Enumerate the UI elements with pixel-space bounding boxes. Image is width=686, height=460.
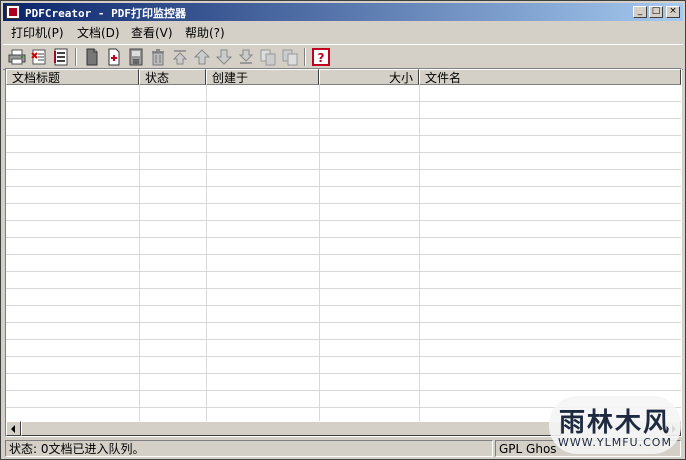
close-button[interactable]: × xyxy=(666,6,680,18)
log-icon[interactable] xyxy=(52,48,70,66)
move-up-icon[interactable] xyxy=(193,48,211,66)
column-header-filename[interactable]: 文件名 xyxy=(419,69,681,85)
toolbar-separator xyxy=(75,48,77,66)
svg-text:?: ? xyxy=(318,51,325,65)
column-header-status[interactable]: 状态 xyxy=(139,69,206,85)
app-window: PDFCreator - PDF打印监控器 _ □ × 打印机(P) 文档(D)… xyxy=(0,0,686,460)
scroll-thumb[interactable] xyxy=(21,421,561,436)
menu-view[interactable]: 查看(V) xyxy=(127,25,177,41)
paste-icon[interactable] xyxy=(281,48,299,66)
title-bar[interactable]: PDFCreator - PDF打印监控器 _ □ × xyxy=(3,3,683,21)
scroll-left-button[interactable] xyxy=(6,421,21,436)
watermark-url: WWW.YLMFU.COM xyxy=(558,436,672,449)
menu-printer[interactable]: 打印机(P) xyxy=(7,25,68,41)
move-down-icon[interactable] xyxy=(215,48,233,66)
pdfcreator-app-icon[interactable] xyxy=(6,5,20,19)
column-header-created[interactable]: 创建于 xyxy=(206,69,319,85)
column-gridline xyxy=(206,85,207,421)
menu-help[interactable]: 帮助(?) xyxy=(181,25,229,41)
list-rows[interactable] xyxy=(6,85,681,421)
document-list[interactable]: 文档标题 状态 创建于 大小 文件名 xyxy=(5,68,682,437)
menu-bar: 打印机(P) 文档(D) 查看(V) 帮助(?) xyxy=(3,23,683,43)
document-icon[interactable] xyxy=(83,48,101,66)
minimize-button[interactable]: _ xyxy=(633,6,647,18)
watermark-logo: 雨林木风 WWW.YLMFU.COM xyxy=(549,396,681,454)
move-top-icon[interactable] xyxy=(171,48,189,66)
help-icon[interactable]: ? xyxy=(312,48,330,66)
toolbar-separator xyxy=(304,48,306,66)
window-title: PDFCreator - PDF打印监控器 xyxy=(25,7,186,20)
move-bottom-icon[interactable] xyxy=(237,48,255,66)
save-document-icon[interactable] xyxy=(127,48,145,66)
watermark-text: 雨林木风 xyxy=(558,408,671,438)
menu-document[interactable]: 文档(D) xyxy=(73,25,124,41)
printer-icon[interactable] xyxy=(8,48,26,66)
column-header-size[interactable]: 大小 xyxy=(319,69,419,85)
toolbar: ? xyxy=(3,44,683,70)
copy-icon[interactable] xyxy=(259,48,277,66)
column-gridline xyxy=(139,85,140,421)
delete-icon[interactable] xyxy=(149,48,167,66)
status-text: 状态: 0文档已进入队列。 xyxy=(5,440,493,457)
list-header: 文档标题 状态 创建于 大小 文件名 xyxy=(6,69,681,85)
add-document-icon[interactable] xyxy=(105,48,123,66)
stop-printing-icon[interactable] xyxy=(30,48,48,66)
column-gridline xyxy=(319,85,320,421)
maximize-button[interactable]: □ xyxy=(649,6,663,18)
column-header-title[interactable]: 文档标题 xyxy=(6,69,139,85)
column-gridline xyxy=(419,85,420,421)
